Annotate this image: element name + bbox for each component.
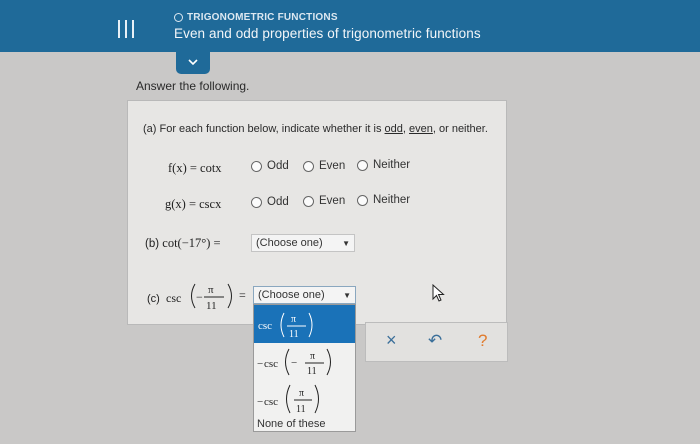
radio-label: Odd: [267, 196, 289, 208]
option-2-expression: − csc − π 11: [257, 348, 331, 377]
part-c-select[interactable]: (Choose one) ▼: [253, 286, 356, 304]
dropdown-option-2[interactable]: − csc − π 11: [254, 343, 355, 381]
topic-text: TRIGONOMETRIC FUNCTIONS: [187, 12, 338, 23]
odd-word: odd: [384, 123, 403, 135]
radio-label: Neither: [373, 194, 411, 206]
denominator: 11: [289, 329, 299, 340]
help-button[interactable]: ?: [478, 331, 487, 351]
equals-sign: =: [239, 288, 246, 302]
clear-button[interactable]: ×: [386, 330, 397, 351]
denominator: 11: [307, 366, 317, 377]
radio-circle[interactable]: [357, 159, 368, 171]
right-paren: [314, 384, 319, 414]
right-paren: [227, 283, 232, 309]
part-c-label: (c): [147, 293, 160, 305]
part-b-select[interactable]: (Choose one) ▼: [251, 234, 355, 252]
radio-label: Neither: [373, 159, 411, 171]
even-word: even: [409, 123, 433, 135]
radio-circle[interactable]: [251, 196, 262, 208]
hamburger-icon[interactable]: [118, 20, 134, 40]
part-b-label: (b): [145, 238, 160, 250]
minus-sign: −: [257, 358, 263, 370]
part-a-suffix: , or neither.: [432, 123, 488, 135]
expand-button[interactable]: [176, 52, 210, 74]
function-f: f(x) = cotx: [168, 161, 222, 175]
radio-label: Odd: [267, 160, 289, 172]
left-paren: [280, 312, 285, 338]
csc-text: csc: [264, 396, 278, 408]
progress-circle-icon: [174, 13, 183, 22]
dropdown-option-3[interactable]: − csc π 11: [254, 381, 355, 417]
csc-text: csc: [264, 358, 278, 370]
right-paren: [308, 312, 313, 338]
radio-circle[interactable]: [251, 160, 262, 172]
numerator: π: [299, 388, 304, 399]
left-paren: [286, 384, 291, 414]
radio-circle[interactable]: [357, 194, 368, 206]
dropdown-option-1[interactable]: csc π 11: [254, 305, 355, 343]
part-b-prompt: (b) cot(−17°) =: [145, 236, 221, 251]
csc-text: csc: [258, 320, 272, 332]
mouse-cursor-icon: [432, 284, 445, 302]
numerator: π: [310, 351, 315, 362]
radio-g-neither[interactable]: Neither: [357, 194, 410, 206]
dropdown-option-none[interactable]: None of these: [257, 418, 326, 430]
radio-f-neither[interactable]: Neither: [357, 159, 410, 171]
left-paren: [285, 348, 290, 376]
radio-f-odd[interactable]: Odd: [251, 160, 289, 172]
part-a-prefix: (a) For each function below, indicate wh…: [143, 123, 382, 135]
numerator: π: [208, 284, 214, 296]
csc-text: csc: [166, 291, 181, 305]
radio-circle[interactable]: [303, 195, 314, 207]
option-3-expression: − csc π 11: [257, 384, 319, 415]
header-bar: TRIGONOMETRIC FUNCTIONS Even and odd pro…: [0, 0, 700, 52]
denominator: 11: [296, 404, 306, 415]
denominator: 11: [206, 300, 217, 312]
answer-actions: × ↶ ?: [365, 322, 508, 362]
radio-g-even[interactable]: Even: [303, 195, 345, 207]
minus-sign: −: [291, 357, 297, 369]
undo-button[interactable]: ↶: [428, 331, 442, 351]
radio-circle[interactable]: [303, 160, 314, 172]
radio-g-odd[interactable]: Odd: [251, 196, 289, 208]
option-1-expression: csc π 11: [258, 312, 313, 340]
chevron-down-icon: [188, 59, 198, 66]
function-g: g(x) = cscx: [165, 197, 222, 211]
select-value: (Choose one): [258, 289, 325, 301]
minus-sign: −: [257, 396, 263, 408]
part-a-prompt: (a) For each function below, indicate wh…: [143, 123, 488, 135]
right-paren: [326, 348, 331, 376]
left-paren: [191, 283, 196, 309]
topic-label: TRIGONOMETRIC FUNCTIONS: [174, 12, 338, 23]
part-c-dropdown: csc π 11 − csc − π 11 − csc π 11 None of…: [253, 304, 356, 432]
numerator: π: [291, 314, 296, 325]
caret-down-icon: ▼: [342, 238, 350, 248]
minus-sign: −: [196, 290, 203, 304]
radio-label: Even: [319, 160, 346, 172]
radio-label: Even: [319, 195, 346, 207]
page-title: Even and odd properties of trigonometric…: [174, 26, 481, 41]
select-value: (Choose one): [256, 237, 323, 249]
part-c-expression: csc − π 11 =: [166, 283, 246, 312]
part-b-expression: cot(−17°) =: [162, 236, 221, 250]
caret-down-icon: ▼: [343, 290, 351, 300]
instructions: Answer the following.: [136, 79, 250, 93]
radio-f-even[interactable]: Even: [303, 160, 345, 172]
